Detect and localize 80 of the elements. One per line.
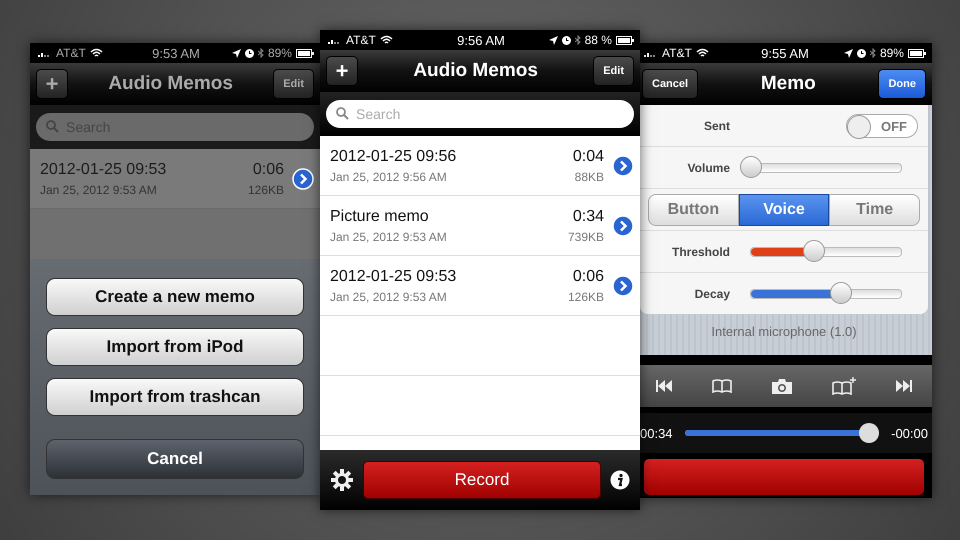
book-plus-icon[interactable] (832, 377, 856, 395)
clock-icon (856, 48, 866, 58)
cancel-button[interactable]: Cancel (642, 69, 698, 99)
status-time: 9:55 AM (761, 46, 809, 60)
setting-label: Sent (702, 118, 730, 132)
bluetooth-icon (574, 35, 581, 45)
memo-size: 739KB (568, 230, 604, 244)
segment-tab[interactable]: Time (829, 194, 920, 226)
add-button[interactable]: + (326, 56, 358, 86)
book-icon[interactable] (712, 379, 732, 393)
wifi-icon (90, 48, 103, 58)
clock-icon (562, 36, 571, 44)
memo-size: 126KB (568, 290, 604, 304)
location-icon (548, 36, 558, 44)
edit-button[interactable]: Edit (593, 56, 634, 86)
battery-icon (908, 48, 926, 58)
wifi-icon (380, 35, 393, 45)
battery-percent: 89% (880, 46, 904, 60)
record-button[interactable]: Record (363, 461, 601, 499)
carrier-label: AT&T (346, 33, 376, 47)
status-time: 9:53 AM (152, 46, 200, 60)
memo-name: 2012-01-25 09:53 (40, 160, 168, 178)
memo-date: Jan 25, 2012 9:53 AM (40, 182, 158, 196)
sheet-action-button[interactable]: Import from iPod (46, 328, 304, 366)
setting-label: Decay (694, 286, 730, 300)
disclosure-icon[interactable] (292, 168, 314, 190)
memo-length: 0:34 (572, 208, 604, 226)
battery-percent: 88 % (584, 33, 612, 47)
segment-tab[interactable]: Voice (738, 194, 830, 226)
memo-name: 2012-01-25 09:56 (330, 148, 458, 166)
memo-row[interactable]: 2012-01-25 09:53 Jan 25, 2012 9:53 AM 0:06 126KB (30, 149, 320, 209)
search-icon (336, 107, 349, 120)
add-button[interactable]: + (36, 69, 68, 99)
disclosure-icon[interactable] (612, 154, 634, 176)
camera-icon[interactable] (772, 378, 792, 394)
screen-title: Audio Memos (108, 73, 233, 95)
sheet-action-button[interactable]: Import from trashcan (46, 378, 304, 416)
elapsed-time: 00:34 (640, 426, 673, 440)
location-icon (844, 48, 853, 58)
screen-title: Memo (760, 73, 816, 95)
done-button[interactable]: Done (878, 69, 926, 99)
battery-percent: 89% (268, 46, 292, 60)
disclosure-icon[interactable] (612, 274, 634, 296)
search-icon (46, 120, 59, 133)
segment-tab[interactable]: Button (648, 194, 739, 226)
disclosure-icon[interactable] (612, 214, 634, 236)
sheet-action-button[interactable]: Create a new memo (46, 278, 304, 316)
status-time: 9:56 AM (457, 32, 505, 48)
toggle-switch[interactable]: OFF (846, 114, 918, 138)
remaining-time: -00:00 (891, 426, 928, 440)
memo-length: 0:06 (572, 268, 604, 286)
carrier-label: AT&T (662, 46, 692, 60)
memo-length: 0:06 (252, 160, 284, 178)
input-device-label: Internal microphone (1.0) (711, 324, 857, 339)
setting-label: Threshold (670, 244, 730, 258)
memo-date: Jan 25, 2012 9:56 AM (330, 170, 448, 184)
memo-length: 0:04 (572, 148, 604, 166)
location-icon (232, 48, 241, 58)
carrier-label: AT&T (56, 46, 86, 60)
memo-name: Picture memo (330, 208, 430, 226)
skip-back-icon[interactable] (656, 380, 672, 392)
edit-button[interactable]: Edit (273, 69, 314, 99)
memo-date: Jan 25, 2012 9:53 AM (330, 290, 448, 304)
info-icon[interactable] (610, 470, 630, 490)
search-field[interactable]: Search (326, 100, 634, 128)
battery-icon (616, 36, 634, 44)
screen-title: Audio Memos (413, 60, 538, 82)
wifi-icon (696, 48, 709, 58)
bluetooth-icon (258, 48, 264, 58)
battery-icon (296, 48, 314, 58)
bluetooth-icon (870, 48, 876, 58)
skip-forward-icon[interactable] (896, 380, 912, 392)
clock-icon (244, 48, 254, 58)
memo-name: 2012-01-25 09:53 (330, 268, 458, 286)
memo-date: Jan 25, 2012 9:53 AM (330, 230, 448, 244)
settings-icon[interactable] (330, 468, 354, 492)
memo-size: 126KB (248, 182, 284, 196)
cancel-button[interactable]: Cancel (46, 439, 304, 479)
setting-label: Volume (686, 160, 730, 174)
memo-size: 88KB (574, 170, 604, 184)
